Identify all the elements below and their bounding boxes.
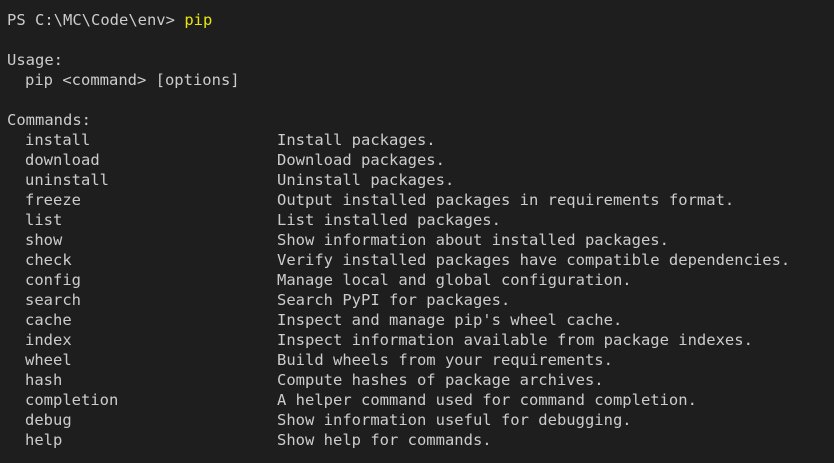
command-row: freeze Output installed packages in requi… xyxy=(0,190,834,210)
command-row: download Download packages. xyxy=(0,150,834,170)
command-name: list xyxy=(25,211,63,229)
prompt-command: pip xyxy=(184,11,213,29)
command-name: help xyxy=(25,431,63,449)
command-name: uninstall xyxy=(25,171,109,189)
command-description: Inspect and manage pip's wheel cache. xyxy=(277,311,623,329)
usage-heading: Usage: xyxy=(7,51,63,69)
command-name: install xyxy=(25,131,91,149)
command-description: Show information about installed package… xyxy=(277,231,669,249)
command-row: config Manage local and global configurat… xyxy=(0,270,834,290)
command-name: freeze xyxy=(25,191,81,209)
command-name: show xyxy=(25,231,63,249)
command-row: list List installed packages. xyxy=(0,210,834,230)
command-row: hash Compute hashes of package archives. xyxy=(0,370,834,390)
commands-heading: Commands: xyxy=(7,111,91,129)
command-name: hash xyxy=(25,371,63,389)
command-row: completion A helper command used for comm… xyxy=(0,390,834,410)
command-row: cache Inspect and manage pip's wheel cach… xyxy=(0,310,834,330)
command-row: index Inspect information available from … xyxy=(0,330,834,350)
command-description: List installed packages. xyxy=(277,211,501,229)
command-description: Install packages. xyxy=(277,131,436,149)
command-row: install Install packages. xyxy=(0,130,834,150)
command-row: wheel Build wheels from your requirements… xyxy=(0,350,834,370)
command-description: Output installed packages in requirement… xyxy=(277,191,735,209)
command-name: download xyxy=(25,151,100,169)
command-row: debug Show information useful for debuggi… xyxy=(0,410,834,430)
command-name: debug xyxy=(25,411,72,429)
command-description: Uninstall packages. xyxy=(277,171,455,189)
command-description: Download packages. xyxy=(277,151,445,169)
terminal-output[interactable]: PS C:\MC\Code\env> pip Usage: pip <comma… xyxy=(0,0,834,463)
command-name: check xyxy=(25,251,72,269)
command-description: Compute hashes of package archives. xyxy=(277,371,604,389)
command-name: config xyxy=(25,271,81,289)
command-name: search xyxy=(25,291,81,309)
command-description: Search PyPI for packages. xyxy=(277,291,511,309)
command-description: Build wheels from your requirements. xyxy=(277,351,613,369)
command-name: index xyxy=(25,331,72,349)
command-description: Inspect information available from packa… xyxy=(277,331,753,349)
prompt-path: PS C:\MC\Code\env> xyxy=(7,11,185,29)
command-description: Manage local and global configuration. xyxy=(277,271,632,289)
command-description: Show information useful for debugging. xyxy=(277,411,632,429)
usage-syntax: pip <command> [options] xyxy=(25,71,240,89)
command-row: search Search PyPI for packages. xyxy=(0,290,834,310)
command-name: wheel xyxy=(25,351,72,369)
command-row: help Show help for commands. xyxy=(0,430,834,450)
command-row: uninstall Uninstall packages. xyxy=(0,170,834,190)
command-row: show Show information about installed pac… xyxy=(0,230,834,250)
command-description: Verify installed packages have compatibl… xyxy=(277,251,791,269)
command-row: check Verify installed packages have comp… xyxy=(0,250,834,270)
command-name: cache xyxy=(25,311,72,329)
command-name: completion xyxy=(25,391,119,409)
prompt-line: PS C:\MC\Code\env> pip xyxy=(0,10,834,30)
command-description: Show help for commands. xyxy=(277,431,492,449)
command-description: A helper command used for command comple… xyxy=(277,391,697,409)
